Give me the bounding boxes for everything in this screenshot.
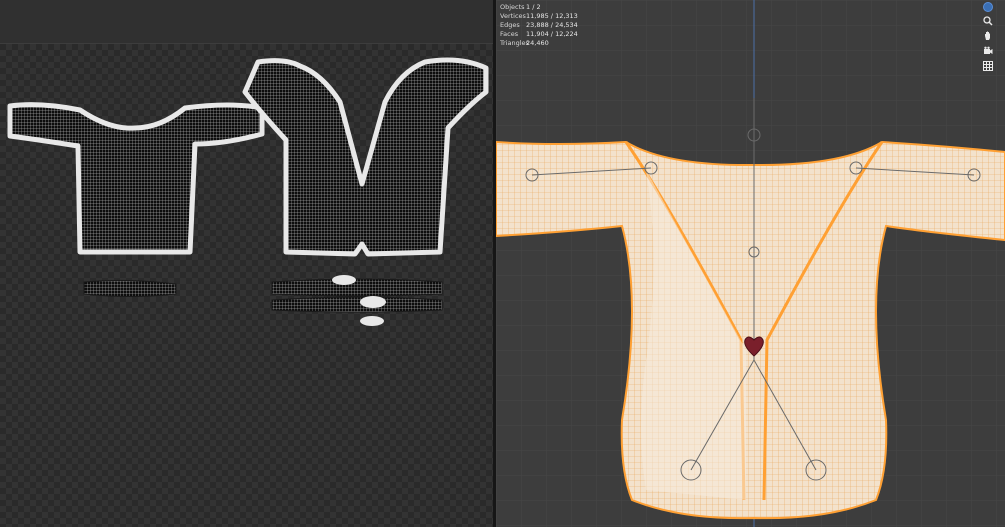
uv-island-front[interactable] xyxy=(7,102,265,255)
zoom-icon[interactable] xyxy=(981,15,995,27)
camera-icon[interactable] xyxy=(981,45,995,57)
uv-editor-header xyxy=(0,0,493,44)
uv-island-cuffs-right[interactable] xyxy=(271,275,443,326)
uv-canvas[interactable] xyxy=(0,44,493,527)
stat-triangles: Triangles 24,460 xyxy=(500,39,549,47)
pan-hand-icon[interactable] xyxy=(981,30,995,42)
uv-islands[interactable] xyxy=(0,44,493,527)
grid-icon[interactable] xyxy=(981,60,995,72)
uv-editor[interactable] xyxy=(0,0,493,527)
stat-faces: Faces 11,904 / 12,224 xyxy=(500,30,578,38)
stat-vertices: Vertices 11,985 / 12,313 xyxy=(500,12,578,20)
viewport-scene[interactable] xyxy=(496,0,1005,527)
axis-gizmo-icon[interactable] xyxy=(983,2,993,12)
navigation-controls xyxy=(979,0,997,72)
blender-window: Objects 1 / 2 Vertices 11,985 / 12,313 Edg… xyxy=(0,0,1005,527)
3d-viewport[interactable]: Objects 1 / 2 Vertices 11,985 / 12,313 Edg… xyxy=(496,0,1005,527)
stat-objects: Objects 1 / 2 xyxy=(500,3,541,11)
uv-island-cuff-left[interactable] xyxy=(83,279,177,297)
viewport-statistics: Objects 1 / 2 Vertices 11,985 / 12,313 Edg… xyxy=(500,3,578,48)
uv-island-back[interactable] xyxy=(242,57,489,257)
stat-edges: Edges 23,888 / 24,534 xyxy=(500,21,578,29)
